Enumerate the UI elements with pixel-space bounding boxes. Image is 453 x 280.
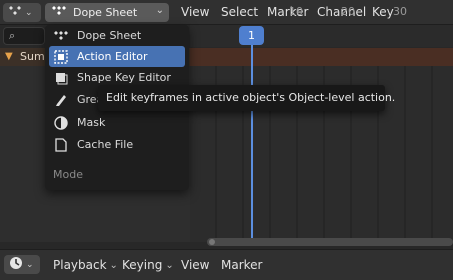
ruler-label: 30 xyxy=(393,5,407,18)
clock-icon xyxy=(9,256,23,273)
dropdown-item-action-editor[interactable]: Action Editor xyxy=(49,46,185,67)
menu-keying-label: Keying xyxy=(122,258,163,272)
chevron-down-icon: ⌄ xyxy=(165,259,174,271)
menu-key[interactable]: Key xyxy=(372,5,394,19)
disclosure-triangle-icon[interactable]: ▼ xyxy=(5,51,13,62)
tooltip: Edit keyframes in active object's Object… xyxy=(98,85,395,111)
dropdown-item-label: Action Editor xyxy=(77,50,148,63)
horizontal-scrollbar[interactable] xyxy=(207,238,453,246)
menu-playback[interactable]: Playback ⌄ xyxy=(53,258,118,272)
dropdown-section-label: Mode xyxy=(53,168,83,181)
pencil-icon xyxy=(53,93,69,107)
action-icon xyxy=(53,49,69,64)
dropdown-item-mask[interactable]: Mask xyxy=(49,112,185,133)
dropdown-item-dope-sheet[interactable]: Dope Sheet xyxy=(49,25,185,46)
search-icon: ⌕ xyxy=(9,29,16,42)
footer-menu-marker[interactable]: Marker xyxy=(221,258,262,272)
editor-type-button[interactable]: ⌄ xyxy=(3,3,41,22)
mode-select[interactable]: Dope Sheet ⌄ xyxy=(45,3,169,22)
dropdown-item-label: Cache File xyxy=(77,138,134,151)
mask-icon xyxy=(53,115,69,130)
chevron-down-icon: ⌄ xyxy=(155,5,164,16)
ruler-label: 20 xyxy=(341,5,355,18)
ruler-label: 10 xyxy=(289,5,303,18)
footer-editor-type-button[interactable]: ⌄ xyxy=(4,255,40,274)
current-frame-indicator[interactable]: 1 xyxy=(239,26,264,45)
chevron-down-icon: ⌄ xyxy=(109,259,118,271)
playhead-line[interactable] xyxy=(251,44,253,238)
dopesheet-mode-icon xyxy=(51,5,67,20)
menu-keying[interactable]: Keying ⌄ xyxy=(122,258,174,272)
footer-menu-view[interactable]: View xyxy=(181,258,209,272)
shapekey-icon xyxy=(53,71,69,85)
dopesheet-icon xyxy=(53,29,69,43)
dopesheet-icon xyxy=(8,5,22,20)
menu-playback-label: Playback xyxy=(53,258,107,272)
dropdown-item-label: Shape Key Editor xyxy=(77,71,171,84)
file-icon xyxy=(53,137,69,152)
chevron-down-icon: ⌄ xyxy=(26,259,34,270)
menu-view[interactable]: View xyxy=(181,5,209,19)
mode-select-label: Dope Sheet xyxy=(73,6,138,19)
dropdown-item-cache-file[interactable]: Cache File xyxy=(49,134,185,155)
chevron-down-icon: ⌄ xyxy=(25,7,33,18)
scrollbar-handle[interactable] xyxy=(209,239,215,245)
channel-search-input[interactable]: ⌕ xyxy=(3,27,45,45)
summary-keyframe-strip xyxy=(190,48,453,66)
dropdown-item-label: Dope Sheet xyxy=(77,29,142,42)
dropdown-item-label: Mask xyxy=(77,116,106,129)
timeline-ruler[interactable] xyxy=(190,25,453,47)
menu-select[interactable]: Select xyxy=(221,5,258,19)
